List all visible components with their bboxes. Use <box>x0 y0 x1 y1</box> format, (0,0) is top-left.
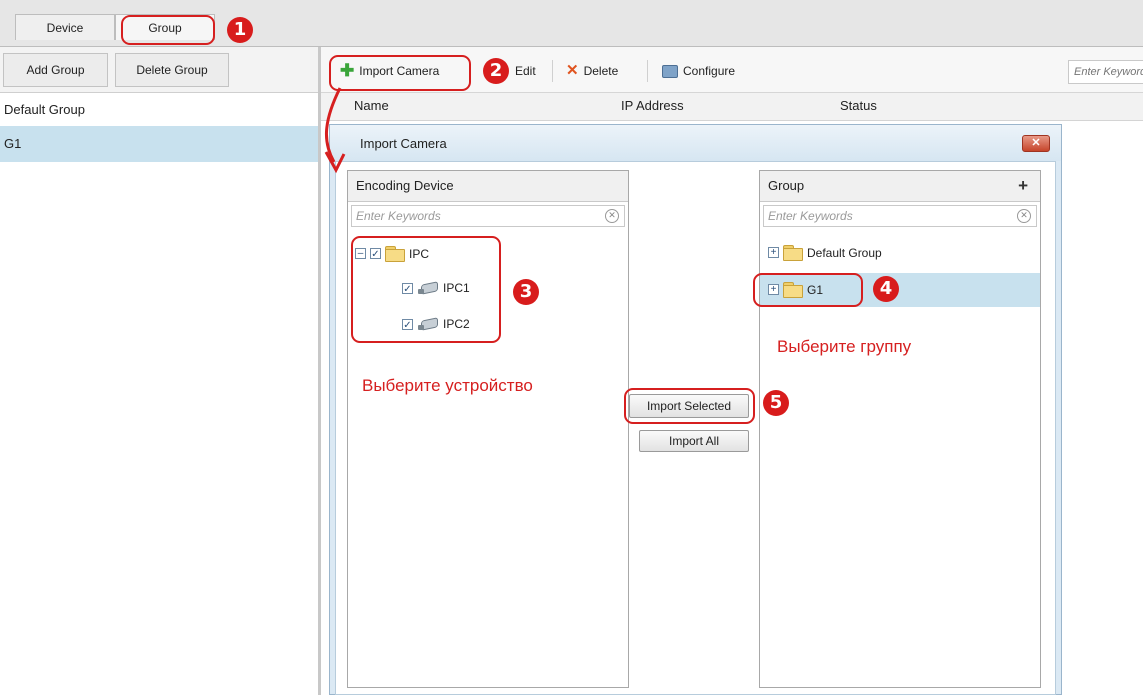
note-select-device: Выберите устройство <box>362 376 533 395</box>
group-node-default[interactable]: + Default Group <box>768 245 882 261</box>
delete-icon: ✕ <box>566 62 579 79</box>
dialog-close-button[interactable]: ✕ <box>1022 135 1050 152</box>
encoding-device-title: Encoding Device <box>356 178 454 193</box>
configure-button[interactable]: Configure <box>662 59 735 83</box>
group-panel-header: Group + <box>760 171 1040 202</box>
group-search-input[interactable]: Enter Keywords ✕ <box>763 205 1037 227</box>
group-panel-title: Group <box>768 178 805 193</box>
expand-icon[interactable]: + <box>768 247 779 258</box>
annotation-box-devices <box>351 236 501 343</box>
add-group-icon[interactable]: + <box>1018 171 1028 201</box>
group-list-item[interactable]: Default Group <box>0 92 318 128</box>
column-status[interactable]: Status <box>840 98 877 113</box>
group-panel: Group + Enter Keywords ✕ + Default Group… <box>759 170 1041 688</box>
camera-search-input[interactable] <box>1068 60 1143 84</box>
step-4-badge: 4 <box>873 276 899 302</box>
add-group-button[interactable]: Add Group <box>3 53 108 87</box>
step-3-badge: 3 <box>513 279 539 305</box>
step-5-badge: 5 <box>763 390 789 416</box>
device-search-placeholder: Enter Keywords <box>356 209 441 223</box>
delete-label: Delete <box>583 64 619 78</box>
note-select-group: Выберите группу <box>777 337 912 356</box>
annotation-box-g1 <box>753 273 863 307</box>
configure-icon <box>662 64 678 78</box>
edit-button[interactable]: Edit <box>515 59 536 83</box>
annotation-arrow <box>324 87 346 174</box>
toolbar-separator <box>552 60 553 82</box>
tab-device[interactable]: Device <box>15 14 115 40</box>
clear-search-icon[interactable]: ✕ <box>1017 209 1031 223</box>
delete-group-button[interactable]: Delete Group <box>115 53 229 87</box>
step-2-badge: 2 <box>483 58 509 84</box>
clear-search-icon[interactable]: ✕ <box>605 209 619 223</box>
annotation-box-import-selected <box>624 388 755 424</box>
encoding-device-header: Encoding Device <box>348 171 628 202</box>
step-1-badge: 1 <box>227 17 253 43</box>
configure-label: Configure <box>683 64 736 78</box>
group-search-placeholder: Enter Keywords <box>768 209 853 223</box>
delete-button[interactable]: ✕ Delete <box>566 59 618 83</box>
camera-table-header <box>321 93 1143 121</box>
column-ip-address[interactable]: IP Address <box>621 98 684 113</box>
device-search-input[interactable]: Enter Keywords ✕ <box>351 205 625 227</box>
edit-label: Edit <box>515 64 536 78</box>
group-node-label: Default Group <box>807 245 882 260</box>
import-all-button[interactable]: Import All <box>639 430 749 452</box>
group-list-item[interactable]: G1 <box>0 126 318 162</box>
toolbar-separator <box>647 60 648 82</box>
folder-icon <box>783 245 803 261</box>
annotation-box-group-tab <box>121 15 215 45</box>
